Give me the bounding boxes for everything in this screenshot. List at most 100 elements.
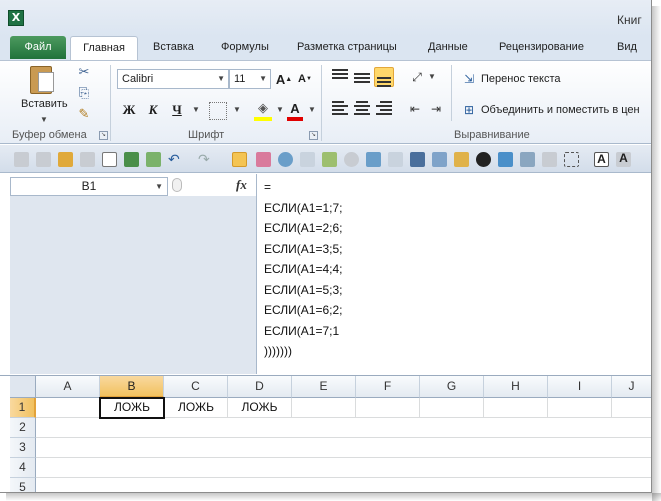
merge-center-button[interactable]: Объединить и поместить в цен xyxy=(481,104,640,116)
underline-button[interactable]: Ч xyxy=(167,100,187,120)
toolbar-icon[interactable] xyxy=(520,152,535,167)
cell-h1[interactable] xyxy=(484,398,548,418)
cell-g1[interactable] xyxy=(420,398,484,418)
wrap-text-button[interactable]: Перенос текста xyxy=(481,73,561,85)
cell-e1[interactable] xyxy=(292,398,356,418)
tab-data[interactable]: Данные xyxy=(428,36,468,60)
undo-icon[interactable]: ↶ xyxy=(168,152,183,167)
paste-dropdown-icon[interactable]: ▼ xyxy=(40,115,48,124)
tab-insert[interactable]: Вставка xyxy=(153,36,194,60)
font-color-icon[interactable]: A xyxy=(287,99,303,121)
column-header-g[interactable]: G xyxy=(420,376,484,398)
column-header-b[interactable]: B xyxy=(100,376,164,398)
table-row[interactable] xyxy=(36,438,651,458)
toolbar-icon[interactable] xyxy=(476,152,491,167)
toolbar-icon[interactable] xyxy=(498,152,513,167)
toolbar-icon[interactable] xyxy=(58,152,73,167)
row-header-1[interactable]: 1 xyxy=(10,398,36,418)
toolbar-icon[interactable] xyxy=(300,152,315,167)
fill-color-icon[interactable]: ◈ xyxy=(254,99,272,121)
column-header-i[interactable]: I xyxy=(548,376,612,398)
chevron-down-icon[interactable]: ▼ xyxy=(155,178,163,195)
borders-icon[interactable] xyxy=(209,102,227,120)
cut-icon[interactable]: ✂ xyxy=(76,64,92,80)
font-icon[interactable]: A xyxy=(616,152,631,167)
align-middle-icon[interactable] xyxy=(352,67,372,87)
name-box[interactable]: B1 ▼ xyxy=(10,177,168,196)
font-name-combo[interactable]: Calibri ▼ xyxy=(117,69,229,89)
column-header-e[interactable]: E xyxy=(292,376,356,398)
column-header-h[interactable]: H xyxy=(484,376,548,398)
insert-function-icon[interactable]: fx xyxy=(236,177,247,193)
toolbar-icon[interactable] xyxy=(366,152,381,167)
align-right-icon[interactable] xyxy=(374,99,394,119)
toolbar-icon[interactable] xyxy=(36,152,51,167)
tab-formulas[interactable]: Формулы xyxy=(221,36,269,60)
paste-button[interactable] xyxy=(22,64,64,102)
tab-review[interactable]: Рецензирование xyxy=(499,36,584,60)
toolbar-icon[interactable] xyxy=(542,152,557,167)
font-launcher-icon[interactable]: ↘ xyxy=(309,131,318,140)
bold-button[interactable]: Ж xyxy=(119,100,139,120)
font-size-combo[interactable]: 11 ▼ xyxy=(229,69,271,89)
toolbar-icon[interactable] xyxy=(322,152,337,167)
cell-i1[interactable] xyxy=(548,398,612,418)
toolbar-icon[interactable] xyxy=(278,152,293,167)
grow-font-icon[interactable]: A ▲ xyxy=(276,70,292,88)
column-header-c[interactable]: C xyxy=(164,376,228,398)
italic-button[interactable]: К xyxy=(143,100,163,120)
select-all-corner[interactable] xyxy=(10,376,36,398)
chevron-down-icon[interactable]: ▼ xyxy=(304,102,320,118)
cell-a1[interactable] xyxy=(36,398,100,418)
toolbar-icon[interactable] xyxy=(454,152,469,167)
text-box-icon[interactable]: A xyxy=(594,152,609,167)
chevron-down-icon[interactable]: ▼ xyxy=(424,69,440,85)
toolbar-icon[interactable] xyxy=(80,152,95,167)
chevron-down-icon[interactable]: ▼ xyxy=(229,102,245,118)
cell-c1[interactable]: ЛОЖЬ xyxy=(165,398,228,418)
column-header-a[interactable]: A xyxy=(36,376,100,398)
chevron-down-icon[interactable]: ▼ xyxy=(272,102,288,118)
align-left-icon[interactable] xyxy=(330,99,350,119)
format-painter-icon[interactable]: ✎ xyxy=(76,106,92,122)
align-bottom-icon[interactable] xyxy=(374,67,394,87)
tab-view[interactable]: Вид xyxy=(617,36,637,60)
clipboard-launcher-icon[interactable]: ↘ xyxy=(99,131,108,140)
table-row[interactable] xyxy=(36,478,651,492)
column-header-j[interactable]: J xyxy=(612,376,651,398)
cell-d1[interactable]: ЛОЖЬ xyxy=(228,398,292,418)
chevron-down-icon[interactable]: ▼ xyxy=(188,102,204,118)
new-document-icon[interactable] xyxy=(102,152,117,167)
column-header-f[interactable]: F xyxy=(356,376,420,398)
row-header-4[interactable]: 4 xyxy=(10,458,36,478)
shrink-font-icon[interactable]: A ▼ xyxy=(297,70,313,88)
toolbar-icon[interactable] xyxy=(388,152,403,167)
row-header-2[interactable]: 2 xyxy=(10,418,36,438)
toolbar-icon[interactable] xyxy=(410,152,425,167)
row-header-5[interactable]: 5 xyxy=(10,478,36,492)
formula-input[interactable]: = ЕСЛИ(A1=1;7; ЕСЛИ(A1=2;6; ЕСЛИ(A1=3;5;… xyxy=(256,174,651,374)
toolbar-icon[interactable] xyxy=(14,152,29,167)
redo-icon[interactable]: ↷ xyxy=(198,152,213,167)
cell-j1[interactable] xyxy=(612,398,651,418)
toolbar-icon[interactable] xyxy=(432,152,447,167)
table-row[interactable] xyxy=(36,418,651,438)
excel-icon[interactable] xyxy=(124,152,139,167)
tab-file[interactable]: Файл xyxy=(10,36,66,59)
toolbar-icon[interactable] xyxy=(232,152,247,167)
excel-logo-icon[interactable]: X xyxy=(8,10,24,26)
tab-home[interactable]: Главная xyxy=(70,36,138,60)
name-box-resize-handle[interactable] xyxy=(172,178,182,192)
cell-b1[interactable]: ЛОЖЬ xyxy=(99,397,165,419)
copy-icon[interactable]: ⎘ xyxy=(76,85,92,101)
column-header-d[interactable]: D xyxy=(228,376,292,398)
toolbar-icon[interactable] xyxy=(146,152,161,167)
table-row[interactable] xyxy=(36,458,651,478)
increase-indent-icon[interactable]: ⇥ xyxy=(428,101,444,117)
align-center-icon[interactable] xyxy=(352,99,372,119)
toolbar-icon[interactable] xyxy=(564,152,579,167)
tab-page-layout[interactable]: Разметка страницы xyxy=(297,36,397,60)
toolbar-icon[interactable] xyxy=(344,152,359,167)
align-top-icon[interactable] xyxy=(330,67,350,87)
decrease-indent-icon[interactable]: ⇤ xyxy=(407,101,423,117)
